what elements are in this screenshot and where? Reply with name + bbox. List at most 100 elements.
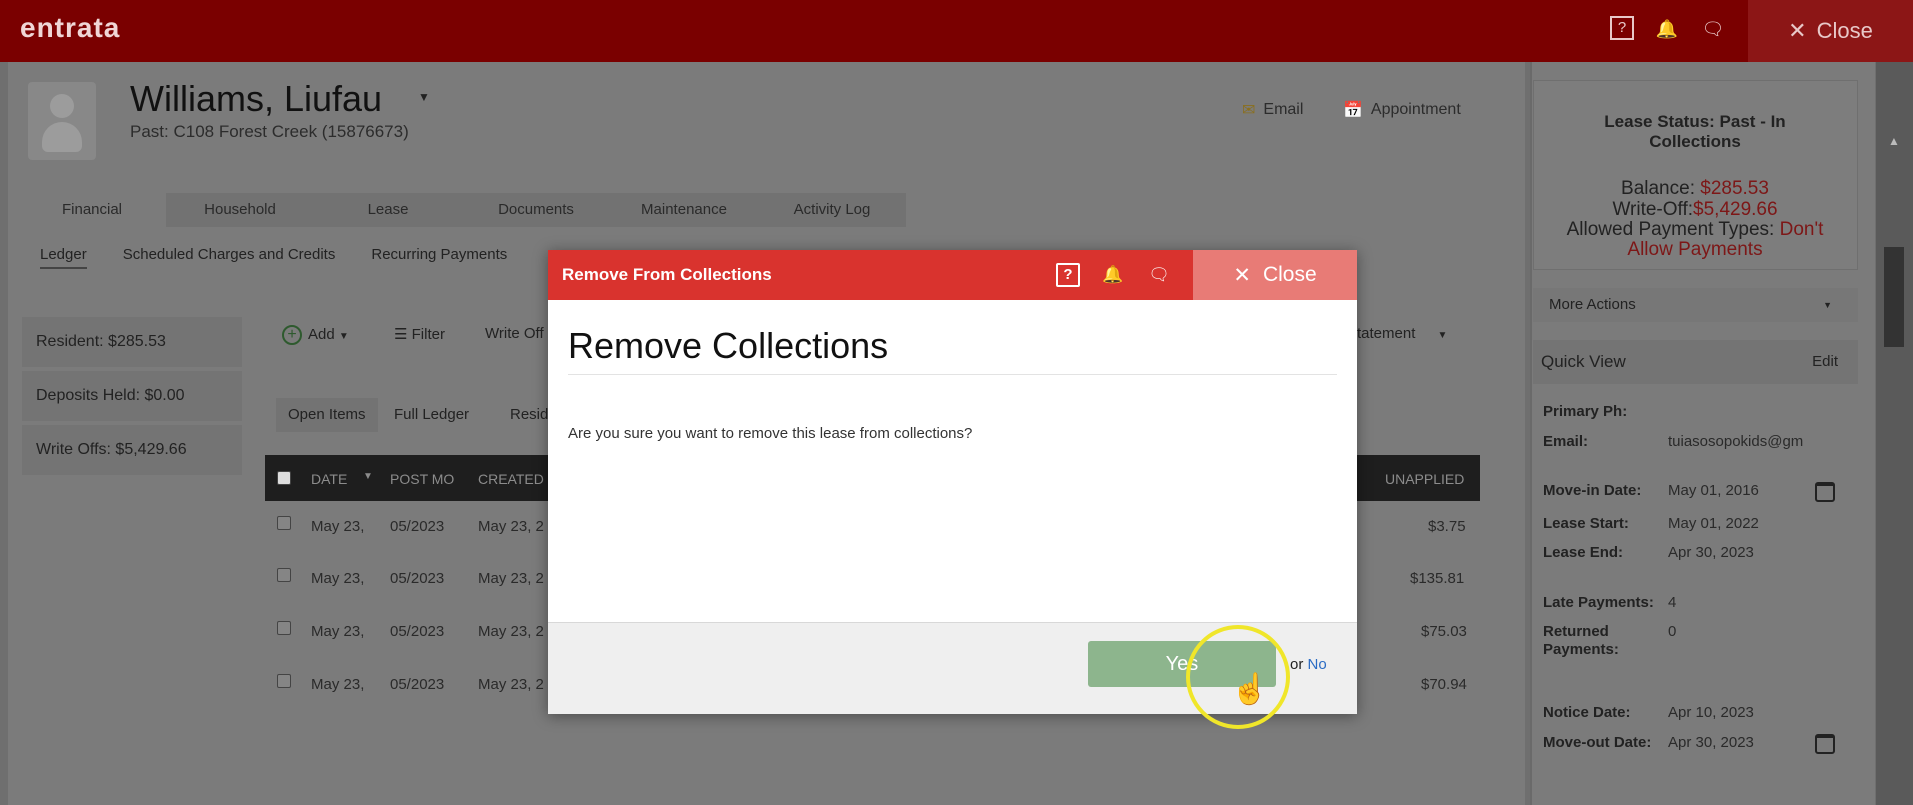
- move-out-value: Apr 30, 2023: [1668, 734, 1754, 751]
- date-column-header[interactable]: DATE: [311, 471, 347, 487]
- modal-message: Are you sure you want to remove this lea…: [568, 425, 973, 442]
- top-close-label: Close: [1816, 18, 1873, 43]
- row-post-month: 05/2023: [390, 676, 445, 693]
- write-offs-card[interactable]: Write Offs: $5,429.66: [22, 425, 242, 475]
- divider: [568, 374, 1337, 375]
- modal-header-title: Remove From Collections: [562, 265, 772, 284]
- or-no-text: or No: [1290, 656, 1327, 673]
- modal-header: Remove From Collections ? 🔔 🗨 ✕ Close: [548, 250, 1357, 300]
- row-created: May 23, 2: [478, 518, 544, 535]
- close-icon: ✕: [1788, 18, 1807, 43]
- avatar: [28, 82, 96, 160]
- envelope-icon: ✉: [1242, 102, 1256, 119]
- row-created: May 23, 2: [478, 676, 544, 693]
- scroll-up-icon[interactable]: ▲: [1888, 134, 1900, 148]
- tab-household[interactable]: Household: [166, 193, 314, 227]
- add-label: Add: [308, 326, 335, 343]
- appointment-link-label: Appointment: [1370, 101, 1461, 118]
- statement-label: Statement: [1347, 325, 1416, 342]
- tab-documents[interactable]: Documents: [462, 193, 610, 227]
- calendar-icon: 📅: [1343, 102, 1363, 119]
- chevron-down-icon[interactable]: ▼: [418, 90, 430, 104]
- bell-icon[interactable]: 🔔: [1654, 16, 1680, 42]
- chat-icon[interactable]: 🗨: [1146, 263, 1172, 287]
- returned-payments-label: Returned Payments:: [1543, 623, 1619, 658]
- resident-subtitle: Past: C108 Forest Creek (15876673): [130, 122, 409, 141]
- filter-label: Filter: [411, 326, 445, 343]
- move-in-label: Move-in Date:: [1543, 482, 1642, 499]
- help-icon[interactable]: ?: [1610, 16, 1634, 40]
- tab-maintenance[interactable]: Maintenance: [610, 193, 758, 227]
- caret-down-icon: ▼: [1823, 300, 1832, 310]
- email-link[interactable]: ✉ Email: [1242, 100, 1303, 120]
- resident-balance-card[interactable]: Resident: $285.53: [22, 317, 242, 367]
- post-month-column-header[interactable]: POST MO: [390, 471, 454, 487]
- top-close-button[interactable]: ✕ Close: [1748, 0, 1913, 62]
- full-ledger-pill[interactable]: Full Ledger: [382, 398, 481, 432]
- main-tabs: Financial Household Lease Documents Main…: [18, 193, 906, 227]
- balance-line: Balance: $285.53: [1540, 178, 1850, 200]
- late-payments-value: 4: [1668, 594, 1677, 611]
- filter-button[interactable]: ☰ Filter: [394, 325, 445, 343]
- more-actions-dropdown[interactable]: More Actions ▼: [1533, 288, 1858, 322]
- scrollbar[interactable]: ▲: [1876, 62, 1913, 805]
- close-icon: ✕: [1233, 263, 1251, 287]
- balance-value: $285.53: [1700, 178, 1769, 199]
- notice-date-label: Notice Date:: [1543, 704, 1631, 721]
- caret-down-icon: ▼: [1437, 330, 1448, 341]
- lease-end-label: Lease End:: [1543, 544, 1624, 561]
- add-button[interactable]: + Add ▼: [282, 325, 349, 345]
- calendar-icon[interactable]: [1815, 734, 1835, 754]
- top-bar: entrata ? 🔔 🗨 ✕ Close: [0, 0, 1913, 62]
- subtab-recurring-payments[interactable]: Recurring Payments: [371, 246, 507, 269]
- write-off-button[interactable]: Write Off: [485, 325, 544, 342]
- row-checkbox[interactable]: [277, 674, 291, 688]
- row-checkbox[interactable]: [277, 568, 291, 582]
- or-label: or: [1290, 656, 1304, 673]
- deposits-held-card[interactable]: Deposits Held: $0.00: [22, 371, 242, 421]
- created-column-header[interactable]: CREATED: [478, 471, 544, 487]
- balance-label: Balance:: [1621, 178, 1695, 199]
- open-items-pill[interactable]: Open Items: [276, 398, 378, 432]
- returned-payments-value: 0: [1668, 623, 1677, 640]
- select-all-checkbox[interactable]: [277, 471, 291, 485]
- payment-types-label: Allowed Payment Types:: [1566, 219, 1775, 240]
- no-link[interactable]: No: [1308, 656, 1327, 673]
- row-created: May 23, 2: [478, 623, 544, 640]
- help-icon[interactable]: ?: [1056, 263, 1080, 287]
- scrollbar-thumb[interactable]: [1884, 247, 1904, 347]
- sub-tabs: Ledger Scheduled Charges and Credits Rec…: [40, 246, 507, 269]
- tab-lease[interactable]: Lease: [314, 193, 462, 227]
- calendar-icon[interactable]: [1815, 482, 1835, 502]
- filter-icon: ☰: [394, 326, 408, 343]
- email-link-label: Email: [1263, 101, 1304, 118]
- payment-types-value: Don't: [1779, 219, 1824, 240]
- lease-status: Lease Status: Past - In Collections: [1604, 112, 1786, 151]
- quick-view-edit-link[interactable]: Edit: [1812, 340, 1838, 384]
- tab-financial[interactable]: Financial: [18, 193, 166, 227]
- email-value[interactable]: tuiasosopokids@gm: [1668, 433, 1803, 450]
- row-post-month: 05/2023: [390, 518, 445, 535]
- row-date: May 23,: [311, 676, 365, 693]
- modal-close-button[interactable]: ✕ Close: [1193, 250, 1357, 300]
- row-post-month: 05/2023: [390, 570, 445, 587]
- row-checkbox[interactable]: [277, 516, 291, 530]
- row-unapplied: $70.94: [1421, 676, 1467, 693]
- quick-view-title: Quick View: [1541, 352, 1626, 371]
- appointment-link[interactable]: 📅 Appointment: [1343, 100, 1461, 120]
- write-off-value: $5,429.66: [1693, 199, 1778, 220]
- subtab-scheduled-charges[interactable]: Scheduled Charges and Credits: [123, 246, 336, 269]
- lease-start-value: May 01, 2022: [1668, 515, 1759, 532]
- primary-phone-label: Primary Ph:: [1543, 403, 1628, 420]
- subtab-ledger[interactable]: Ledger: [40, 246, 87, 269]
- payment-types-line: Allowed Payment Types: Don't: [1540, 219, 1850, 241]
- row-checkbox[interactable]: [277, 621, 291, 635]
- statement-dropdown[interactable]: Statement ▼: [1347, 325, 1447, 342]
- sort-icon[interactable]: ▼: [363, 471, 373, 482]
- chat-icon[interactable]: 🗨: [1700, 16, 1726, 42]
- modal-heading: Remove Collections: [568, 325, 889, 366]
- tab-activity-log[interactable]: Activity Log: [758, 193, 906, 227]
- plus-icon: +: [282, 325, 302, 345]
- bell-icon[interactable]: 🔔: [1100, 263, 1126, 287]
- unapplied-column-header[interactable]: UNAPPLIED: [1385, 471, 1464, 487]
